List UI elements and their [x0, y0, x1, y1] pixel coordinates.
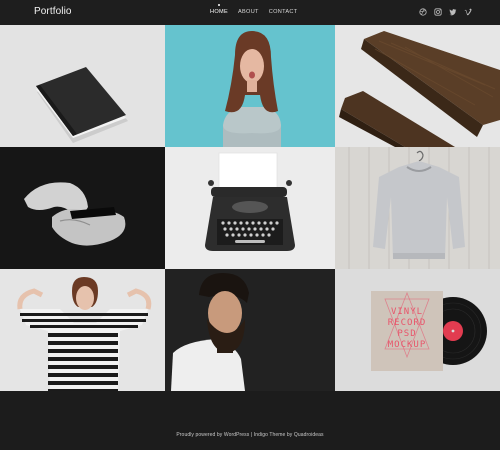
hands-phone-image: [0, 147, 165, 269]
active-indicator: [217, 4, 220, 6]
vinyl-mockup-image: VINYL RECORD PSD MOCKUP: [335, 269, 500, 391]
portfolio-item-black-notebook[interactable]: [0, 25, 165, 147]
portfolio-grid: VINYL RECORD PSD MOCKUP: [0, 25, 500, 391]
portfolio-item-typewriter[interactable]: [165, 147, 335, 269]
portfolio-item-hands-phone[interactable]: [0, 147, 165, 269]
portfolio-item-woman-striped-shirt[interactable]: [0, 269, 165, 391]
notebook-image: [0, 25, 165, 147]
wood-boards-image: [335, 25, 500, 147]
twitter-icon[interactable]: [449, 8, 457, 16]
nav-item-label: ABOUT: [237, 9, 259, 15]
site-logo[interactable]: Portfolio: [34, 6, 72, 17]
typewriter-image: [165, 147, 335, 269]
sweater-image: [335, 147, 500, 269]
portfolio-item-wood-boards[interactable]: [335, 25, 500, 147]
site-header: Portfolio HOME ABOUT CONTACT: [0, 0, 500, 25]
site-footer: Proudly powered by WordPress | Indigo Th…: [0, 391, 500, 450]
social-links: [419, 8, 472, 16]
portfolio-item-woman-on-blue[interactable]: [165, 25, 335, 147]
nav-item-about[interactable]: ABOUT: [238, 9, 259, 15]
vimeo-icon[interactable]: [464, 8, 472, 16]
vinyl-title-line4: MOCKUP: [388, 340, 427, 350]
nav-item-label: CONTACT: [268, 9, 298, 15]
footer-credits: Proudly powered by WordPress | Indigo Th…: [176, 432, 324, 438]
nav-item-contact[interactable]: CONTACT: [269, 9, 298, 15]
striped-shirt-image: [0, 269, 165, 391]
nav-item-label: HOME: [210, 9, 228, 15]
instagram-icon[interactable]: [434, 8, 442, 16]
vinyl-title-line1: VINYL: [391, 307, 423, 317]
woman-blue-image: [165, 25, 335, 147]
nav-item-home[interactable]: HOME: [210, 4, 228, 15]
bearded-man-image: [165, 269, 335, 391]
dribbble-icon[interactable]: [419, 8, 427, 16]
portfolio-item-grey-sweater[interactable]: [335, 147, 500, 269]
vinyl-title-line3: PSD: [397, 329, 416, 339]
portfolio-item-bearded-man[interactable]: [165, 269, 335, 391]
main-nav: HOME ABOUT CONTACT: [210, 4, 308, 15]
vinyl-title-line2: RECORD: [388, 318, 427, 328]
portfolio-item-vinyl-record-mockup[interactable]: VINYL RECORD PSD MOCKUP: [335, 269, 500, 391]
